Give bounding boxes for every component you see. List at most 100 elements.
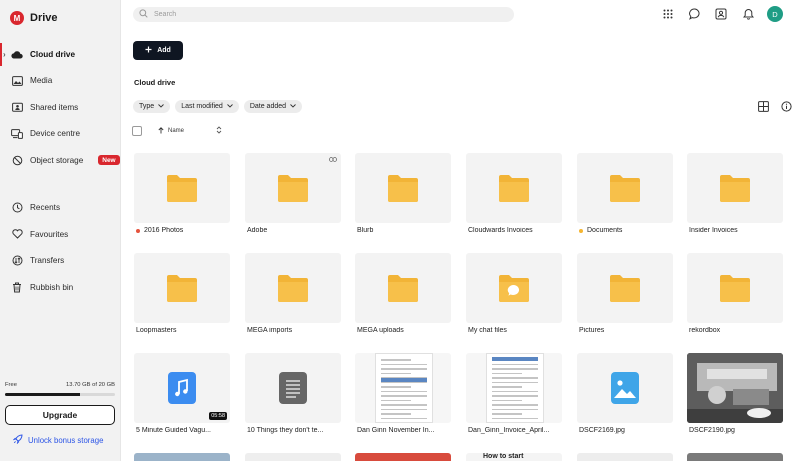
sidebar-item-favourites[interactable]: Favourites [0,221,121,248]
audio-file-icon [168,372,200,404]
file-name[interactable]: DSCF2190.jpg [689,427,789,434]
file-tile-partial[interactable] [577,453,673,461]
apps-grid-icon[interactable] [661,7,675,21]
file-tile[interactable] [466,353,562,423]
file-name[interactable]: Loopmasters [136,327,236,334]
file-name-text: Documents [587,227,623,234]
file-tile[interactable] [245,153,341,223]
storage-usage: 13.70 GB of 20 GB [66,382,115,388]
sidebar-item-shared-items[interactable]: Shared items [0,94,121,121]
add-button[interactable]: Add [133,41,183,60]
file-name[interactable]: Dan_Ginn_Invoice_April... [468,427,568,434]
filter-date-added[interactable]: Date added [243,100,303,113]
heart-icon [11,228,23,240]
file-name[interactable]: My chat files [468,327,568,334]
bell-icon[interactable] [741,7,755,21]
file-name[interactable]: Blurb [357,227,457,234]
file-name[interactable]: Cloudwards Invoices [468,227,568,234]
file-name-text: Dan_Ginn_Invoice_April... [468,427,550,434]
sidebar-item-cloud-drive[interactable]: › Cloud drive [0,41,121,68]
file-tile[interactable] [577,253,673,323]
sidebar-item-label: Object storage [30,155,84,165]
grid-view-icon[interactable] [757,100,770,113]
file-name-text: MEGA imports [247,327,293,334]
document-line [381,417,427,419]
sidebar-item-label: Recents [30,203,61,213]
file-name[interactable]: Pictures [579,327,679,334]
object-storage-icon [11,154,23,166]
sort-row: Name [132,126,222,136]
file-name-text: DSCF2169.jpg [579,427,625,434]
sidebar-item-device-centre[interactable]: Device centre [0,121,121,148]
file-name[interactable]: DSCF2169.jpg [579,427,679,434]
avatar[interactable]: D [767,6,783,22]
document-line [492,408,538,410]
file-tile[interactable]: 05:58 [134,353,230,423]
file-tile-partial[interactable]: How to start [466,453,562,461]
file-name[interactable]: Dan Ginn November In... [357,427,457,434]
chevron-right-icon[interactable]: › [3,50,6,59]
chat-icon[interactable] [688,7,702,21]
folder-icon [387,173,419,203]
document-line [381,408,427,410]
file-name[interactable]: 2016 Photos [136,227,236,234]
select-all-checkbox[interactable] [132,126,142,136]
file-tile[interactable] [355,353,451,423]
file-tile[interactable] [687,253,783,323]
unlock-bonus-storage-link[interactable]: Unlock bonus storage [12,434,103,446]
file-tile-partial[interactable] [355,453,451,461]
folder-icon [166,273,198,303]
file-tile[interactable] [687,153,783,223]
file-name[interactable]: 10 Things they don't te... [247,427,347,434]
upgrade-button[interactable]: Upgrade [5,405,115,425]
contacts-icon[interactable] [714,7,728,21]
filter-last-modified[interactable]: Last modified [175,100,239,113]
file-tile[interactable] [466,153,562,223]
file-tile-partial[interactable] [134,453,230,461]
chevron-down-icon [158,103,165,110]
sidebar-item-rubbish-bin[interactable]: Rubbish bin [0,274,121,301]
file-tile[interactable] [577,353,673,423]
file-name[interactable]: 5 Minute Guided Vagu... [136,427,236,434]
shared-folder-icon [11,101,23,113]
sidebar-item-media[interactable]: Media [0,68,121,95]
sidebar-item-object-storage[interactable]: Object storage New [0,147,121,174]
file-tile[interactable] [577,153,673,223]
file-tile[interactable] [134,153,230,223]
info-icon[interactable] [780,100,793,113]
file-name[interactable]: MEGA imports [247,327,347,334]
breadcrumb: Cloud drive [134,78,176,87]
file-tile[interactable] [355,153,451,223]
file-name[interactable]: rekordbox [689,327,789,334]
file-name[interactable]: Insider Invoices [689,227,789,234]
sidebar-item-recents[interactable]: Recents [0,195,121,222]
new-badge: New [98,155,120,166]
file-tile-partial[interactable] [245,453,341,461]
sidebar-item-transfers[interactable]: Transfers [0,248,121,275]
document-line [381,372,411,374]
add-label: Add [157,47,171,54]
filter-label: Date added [249,103,287,110]
chevron-down-icon [227,103,233,110]
plus-icon [145,46,152,55]
document-header-band [381,378,427,382]
brand[interactable]: M Drive [10,11,58,25]
search-input[interactable]: Search [133,7,514,22]
file-tile[interactable] [245,253,341,323]
file-name[interactable]: MEGA uploads [357,327,457,334]
document-line [381,386,411,388]
filter-type[interactable]: Type [133,100,171,113]
sort-by-name[interactable]: Name [158,126,184,136]
file-tile[interactable] [687,353,783,423]
file-name[interactable]: Documents [579,227,679,234]
devices-icon [11,128,23,140]
file-name-text: Insider Invoices [689,227,738,234]
file-name[interactable]: Adobe [247,227,347,234]
document-line [381,404,427,406]
file-tile-partial[interactable] [687,453,783,461]
file-tile[interactable] [355,253,451,323]
file-tile[interactable] [134,253,230,323]
file-tile[interactable] [245,353,341,423]
sort-order-toggle-icon[interactable] [216,126,222,136]
file-tile[interactable] [466,253,562,323]
